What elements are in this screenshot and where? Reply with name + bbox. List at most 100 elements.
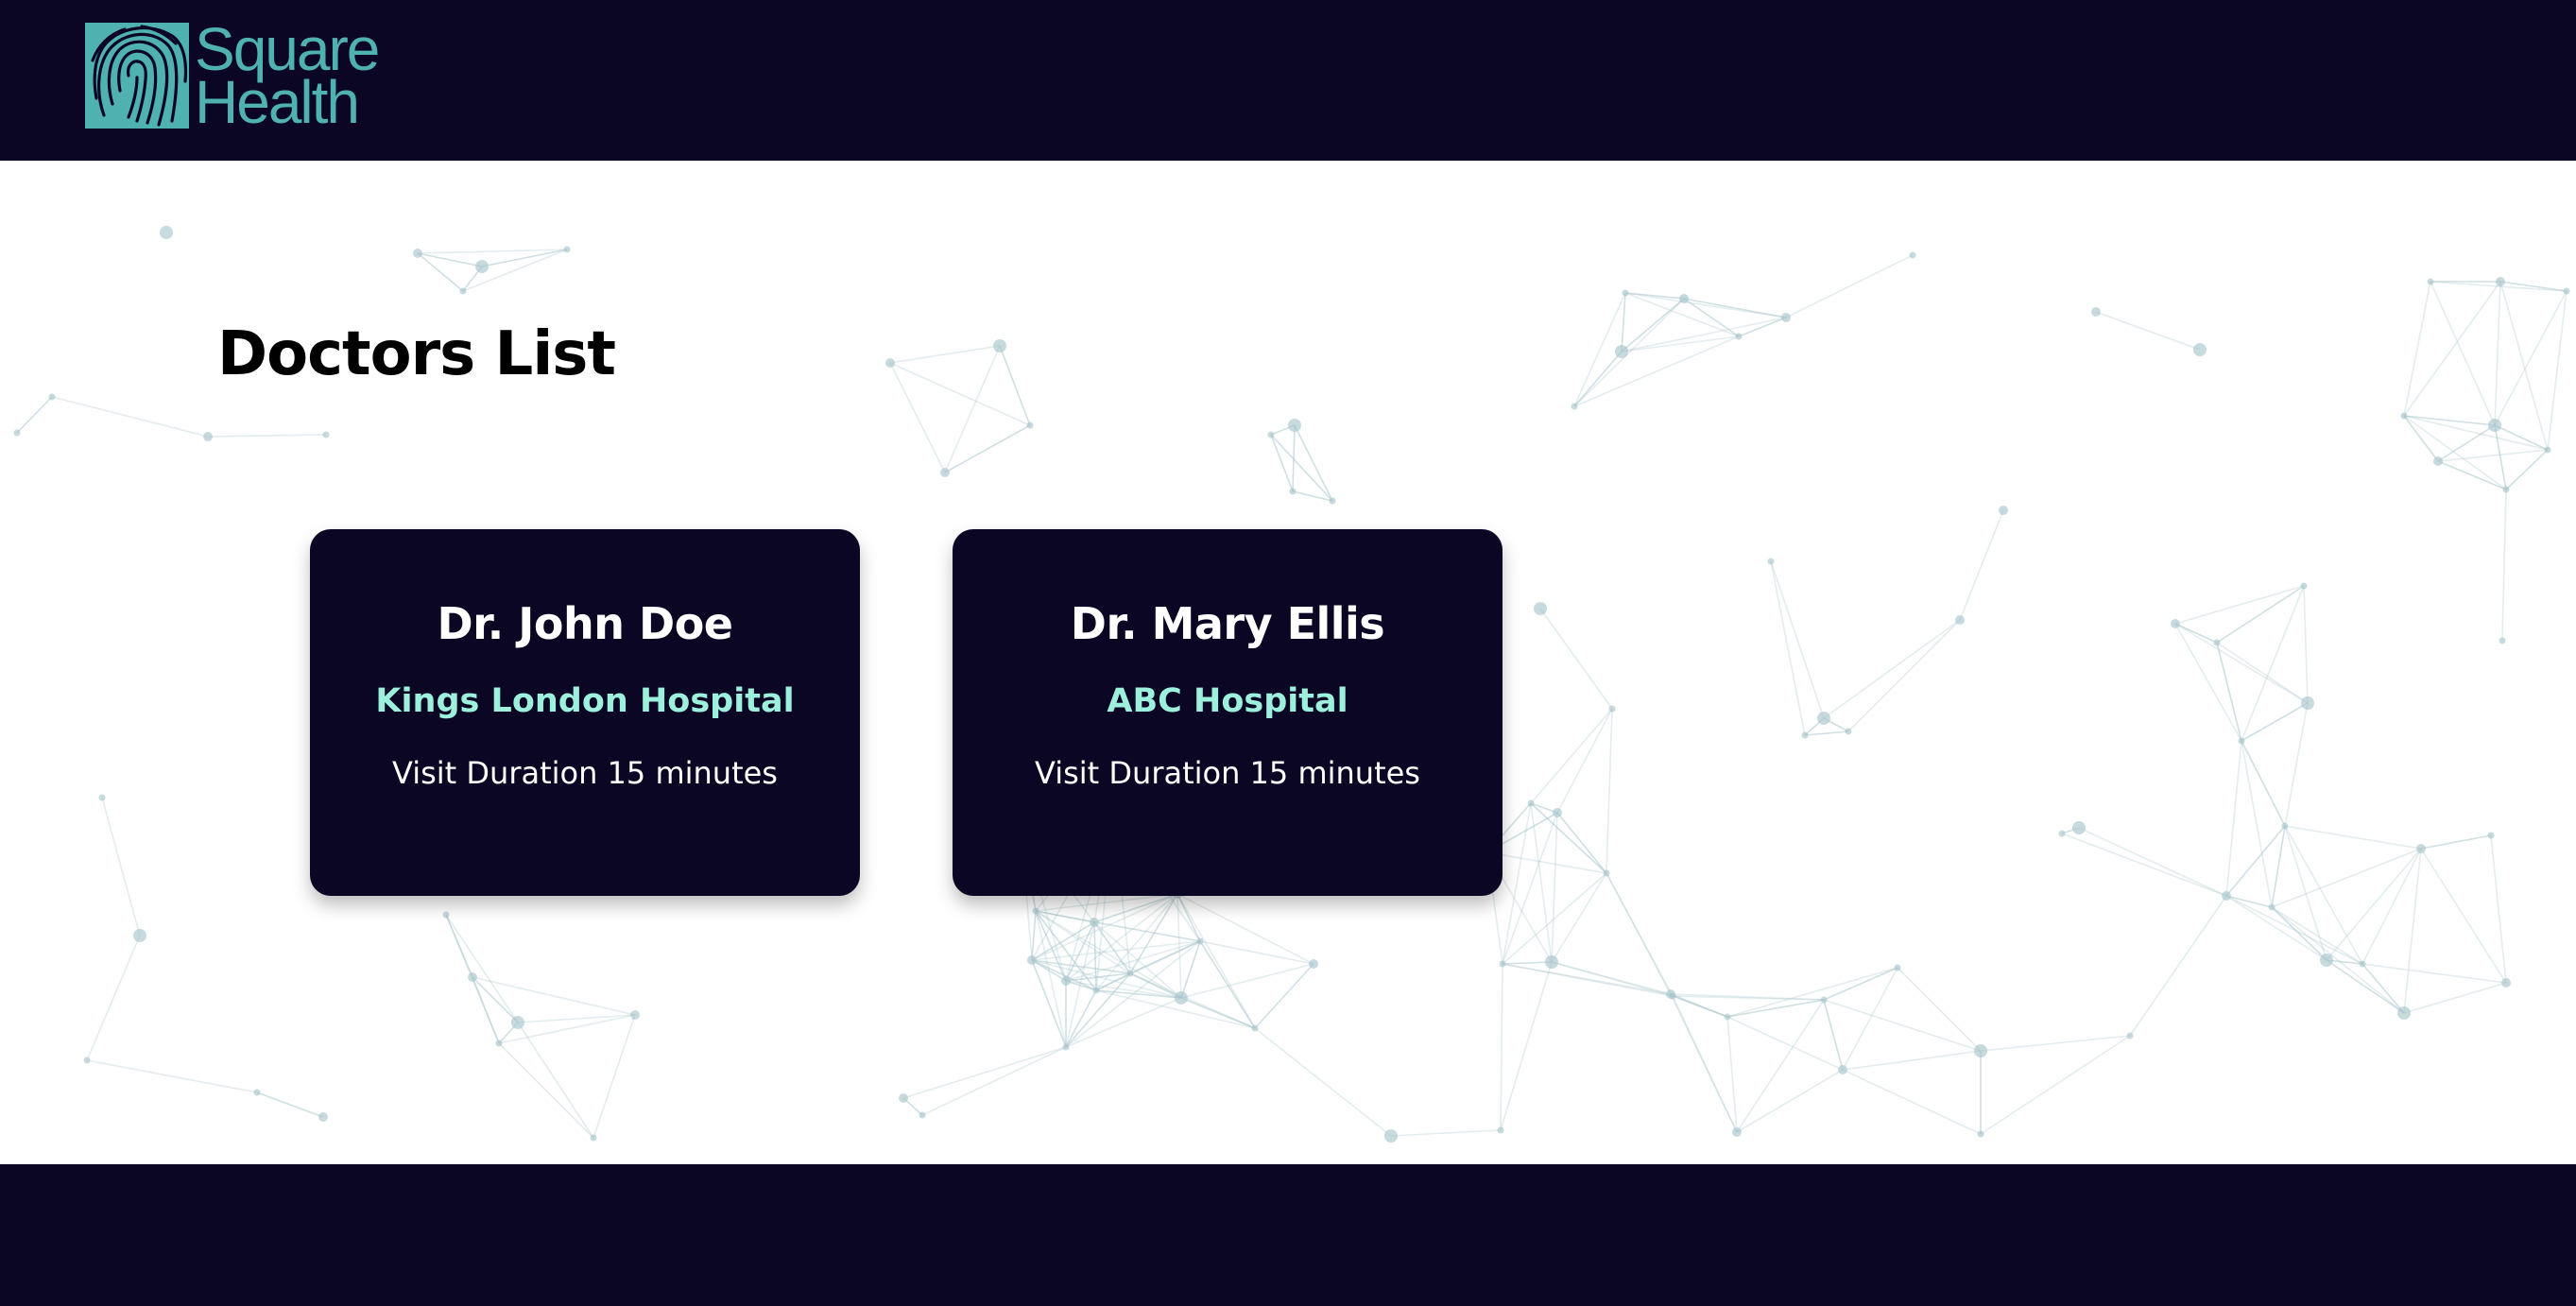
network-link	[2241, 740, 2286, 827]
network-node	[1062, 1043, 1070, 1051]
network-link	[1180, 963, 1314, 999]
network-link	[1254, 963, 1314, 1029]
network-link	[101, 797, 141, 937]
network-link	[2174, 623, 2309, 704]
network-node	[2400, 412, 2408, 420]
network-node	[1838, 1065, 1847, 1074]
network-node	[511, 1016, 524, 1029]
network-link	[51, 396, 209, 438]
network-link	[2499, 281, 2549, 451]
network-link	[2284, 702, 2309, 827]
network-link	[2494, 424, 2507, 490]
network-link	[2241, 702, 2309, 742]
network-link	[2241, 585, 2305, 742]
network-link	[86, 935, 141, 1061]
network-link	[16, 396, 53, 434]
network-link	[1539, 608, 1613, 710]
doctor-card[interactable]: Dr. Mary Ellis ABC Hospital Visit Durati…	[953, 529, 1503, 896]
network-node	[1499, 960, 1506, 968]
network-link	[921, 1046, 1067, 1116]
network-node	[2502, 486, 2510, 493]
network-node	[1126, 970, 1134, 977]
network-node	[885, 358, 895, 368]
network-node	[2544, 446, 2551, 454]
network-node	[1090, 918, 1099, 927]
network-node	[2433, 456, 2443, 466]
network-link	[1683, 298, 1787, 318]
network-node	[2222, 891, 2231, 901]
network-link	[1959, 509, 2004, 621]
network-node	[1309, 959, 1318, 969]
site-footer	[0, 1164, 2576, 1306]
network-link	[2420, 848, 2507, 984]
network-link	[1500, 963, 1503, 1131]
network-link	[1551, 872, 1607, 963]
network-node	[2499, 637, 2506, 644]
network-node	[1615, 345, 1628, 358]
network-link	[2499, 281, 2567, 292]
network-node	[1384, 1129, 1398, 1143]
network-node	[2496, 277, 2505, 286]
network-node	[563, 246, 571, 253]
network-link	[2241, 740, 2273, 908]
network-node	[1622, 289, 1629, 297]
network-link	[2501, 489, 2507, 642]
network-link	[417, 249, 568, 254]
network-node	[1735, 333, 1743, 340]
network-node	[475, 260, 489, 273]
fingerprint-icon	[85, 23, 189, 129]
network-node	[1974, 1044, 1987, 1057]
network-link	[1093, 921, 1097, 991]
network-node	[993, 339, 1006, 352]
network-node	[2301, 696, 2314, 710]
network-link	[1502, 963, 1672, 995]
network-link	[2284, 825, 2422, 850]
network-link	[1292, 424, 1296, 492]
network-node	[1289, 488, 1297, 495]
network-link	[256, 1091, 324, 1118]
square-health-logo[interactable]: Square Health	[85, 19, 380, 132]
network-node	[1545, 955, 1558, 969]
network-node	[1527, 799, 1535, 807]
network-node	[2126, 1032, 2134, 1040]
network-link	[944, 424, 1031, 473]
network-node	[590, 1134, 597, 1142]
network-link	[1736, 1069, 1844, 1133]
network-link	[1500, 961, 1553, 1131]
network-link	[1035, 893, 1178, 912]
network-node	[1909, 251, 1916, 259]
network-node	[203, 432, 213, 441]
network-node	[1817, 712, 1830, 725]
network-link	[1738, 317, 1787, 337]
network-node	[1061, 976, 1071, 986]
network-node	[2058, 830, 2066, 837]
network-node	[2213, 639, 2221, 646]
doctor-card[interactable]: Dr. John Doe Kings London Hospital Visit…	[310, 529, 860, 896]
network-link	[2174, 623, 2242, 742]
network-link	[2271, 825, 2286, 908]
network-node	[919, 1111, 926, 1119]
network-link	[902, 1046, 1067, 1099]
network-link	[2403, 281, 2501, 417]
network-node	[2320, 954, 2333, 967]
network-node	[2487, 832, 2495, 839]
network-link	[1823, 999, 1982, 1052]
network-link	[2271, 906, 2405, 1014]
visit-duration: Visit Duration 15 minutes	[392, 755, 778, 791]
network-link	[2271, 906, 2363, 965]
network-node	[1999, 506, 2008, 515]
page-title: Doctors List	[217, 319, 616, 389]
network-node	[13, 429, 21, 437]
network-link	[2547, 290, 2567, 451]
network-node	[1724, 1013, 1731, 1021]
network-node	[1894, 964, 1901, 971]
network-link	[1606, 708, 1613, 874]
network-node	[2171, 619, 2180, 628]
network-link	[1573, 298, 1685, 407]
network-link	[2216, 585, 2305, 644]
network-link	[1823, 967, 1898, 1001]
network-link	[1180, 940, 1201, 999]
network-node	[2501, 978, 2511, 988]
network-link	[2174, 585, 2305, 625]
network-node	[1608, 705, 1616, 713]
